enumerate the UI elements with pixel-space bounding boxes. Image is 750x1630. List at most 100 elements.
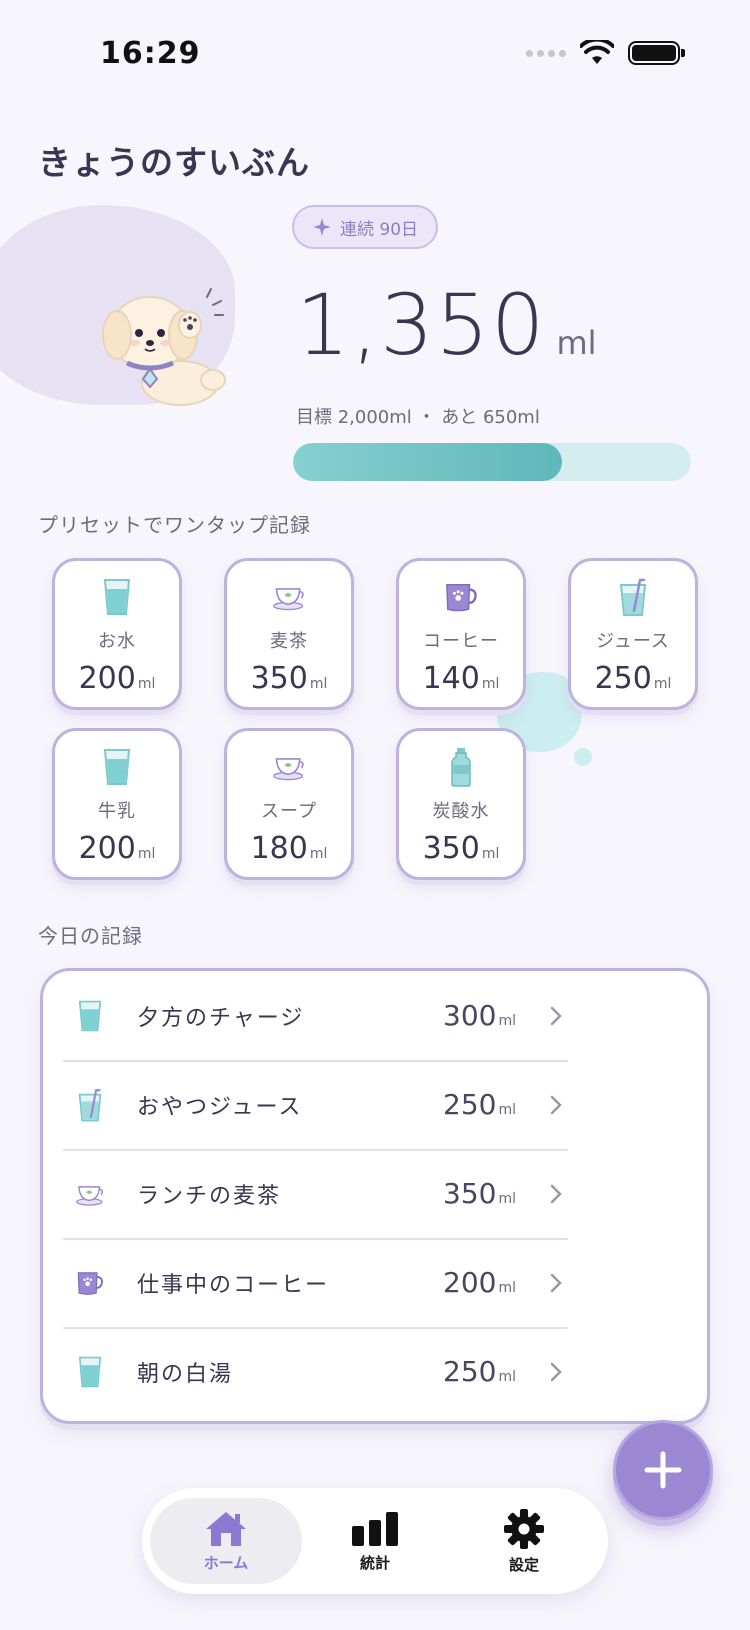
preset-amount-value: 200 bbox=[78, 831, 136, 866]
preset-milk[interactable]: 牛乳 200 ml bbox=[52, 728, 182, 880]
chevron-right-icon bbox=[544, 1271, 568, 1295]
water-glass-icon bbox=[100, 747, 134, 787]
log-item-amount-value: 250 bbox=[443, 1355, 497, 1388]
preset-amount-unit: ml bbox=[481, 846, 500, 862]
preset-amount-value: 140 bbox=[422, 661, 480, 696]
total-intake-unit: ml bbox=[556, 324, 597, 362]
preset-amount-unit: ml bbox=[137, 676, 156, 692]
preset-amount-unit: ml bbox=[653, 676, 672, 692]
log-item[interactable]: 朝の白湯 250 ml bbox=[63, 1327, 568, 1416]
streak-label: 連続 90日 bbox=[340, 219, 419, 240]
coffee-mug-icon bbox=[73, 1263, 107, 1303]
log-item[interactable]: おやつジュース 250 ml bbox=[63, 1060, 568, 1149]
sparkle-icon bbox=[313, 218, 331, 236]
log-item-amount: 350 ml bbox=[443, 1177, 516, 1210]
preset-amount-value: 350 bbox=[250, 661, 308, 696]
today-log-list: 夕方のチャージ 300 ml おやつジュース 250 ml ランチの麦茶 350 ml… bbox=[40, 968, 710, 1424]
presets-section-label: プリセットでワンタップ記録 bbox=[38, 513, 311, 537]
tab-stats[interactable]: 統計 bbox=[299, 1498, 451, 1584]
tab-settings[interactable]: 設定 bbox=[448, 1498, 600, 1584]
preset-amount-value: 250 bbox=[594, 661, 652, 696]
preset-water[interactable]: お水 200 ml bbox=[52, 558, 182, 710]
status-bar: 16:29 bbox=[0, 0, 750, 110]
preset-label: お水 bbox=[98, 631, 136, 652]
preset-sparkling-water[interactable]: 炭酸水 350 ml bbox=[396, 728, 526, 880]
tab-bar: ホーム 統計 設定 bbox=[142, 1488, 608, 1594]
preset-label: コーヒー bbox=[423, 631, 499, 652]
log-item-amount: 250 ml bbox=[443, 1088, 516, 1121]
preset-soup[interactable]: スープ 180 ml bbox=[224, 728, 354, 880]
log-item-name: ランチの麦茶 bbox=[137, 1183, 282, 1209]
log-item-name: おやつジュース bbox=[137, 1094, 303, 1120]
preset-amount: 350 ml bbox=[251, 661, 328, 696]
juice-glass-icon bbox=[616, 577, 650, 617]
juice-glass-icon bbox=[73, 1085, 107, 1125]
preset-amount: 200 ml bbox=[79, 831, 156, 866]
preset-coffee[interactable]: コーヒー 140 ml bbox=[396, 558, 526, 710]
preset-juice[interactable]: ジュース 250 ml bbox=[568, 558, 698, 710]
total-intake-value: 1,350 bbox=[296, 276, 547, 374]
plus-icon bbox=[644, 1451, 682, 1489]
tab-label: ホーム bbox=[203, 1553, 249, 1572]
log-item-amount-unit: ml bbox=[498, 1369, 516, 1385]
water-glass-icon bbox=[73, 996, 107, 1036]
tea-cup-icon bbox=[272, 747, 306, 787]
tab-label: 設定 bbox=[508, 1555, 539, 1574]
preset-amount-unit: ml bbox=[137, 846, 156, 862]
preset-label: ジュース bbox=[596, 631, 670, 652]
preset-amount: 350 ml bbox=[423, 831, 500, 866]
status-time: 16:29 bbox=[100, 36, 201, 71]
home-icon bbox=[206, 1511, 246, 1546]
preset-amount-unit: ml bbox=[309, 676, 328, 692]
log-item-amount-unit: ml bbox=[498, 1013, 516, 1029]
cellular-signal-icon bbox=[526, 49, 566, 57]
progress-bar-fill bbox=[293, 443, 562, 481]
preset-label: スープ bbox=[261, 801, 317, 822]
log-item-name: 仕事中のコーヒー bbox=[137, 1272, 330, 1298]
goal-remaining-text: 目標 2,000ml ・ あと 650ml bbox=[296, 407, 540, 428]
bar-chart-icon bbox=[352, 1511, 398, 1546]
decorative-water-dot bbox=[574, 748, 592, 766]
log-item-name: 朝の白湯 bbox=[137, 1361, 234, 1387]
chevron-right-icon bbox=[544, 1182, 568, 1206]
streak-badge: 連続 90日 bbox=[292, 205, 439, 249]
preset-amount: 140 ml bbox=[423, 661, 500, 696]
log-item[interactable]: ランチの麦茶 350 ml bbox=[63, 1149, 568, 1238]
log-item-amount-unit: ml bbox=[498, 1191, 516, 1207]
log-item-name: 夕方のチャージ bbox=[137, 1005, 305, 1031]
preset-label: 麦茶 bbox=[270, 631, 308, 652]
log-item-amount-value: 200 bbox=[443, 1266, 497, 1299]
log-section-label: 今日の記録 bbox=[38, 924, 143, 948]
preset-amount-value: 350 bbox=[422, 831, 480, 866]
chevron-right-icon bbox=[544, 1004, 568, 1028]
chevron-right-icon bbox=[544, 1093, 568, 1117]
chevron-right-icon bbox=[544, 1360, 568, 1384]
log-item[interactable]: 夕方のチャージ 300 ml bbox=[63, 971, 568, 1060]
preset-amount: 200 ml bbox=[79, 661, 156, 696]
wifi-icon bbox=[580, 40, 614, 64]
preset-label: 炭酸水 bbox=[432, 801, 490, 822]
water-glass-icon bbox=[73, 1352, 107, 1392]
log-item-amount: 300 ml bbox=[443, 999, 516, 1032]
preset-amount: 180 ml bbox=[251, 831, 328, 866]
bottle-icon bbox=[444, 747, 478, 787]
preset-amount-unit: ml bbox=[481, 676, 500, 692]
preset-barley-tea[interactable]: 麦茶 350 ml bbox=[224, 558, 354, 710]
battery-icon bbox=[628, 41, 685, 65]
log-item[interactable]: 仕事中のコーヒー 200 ml bbox=[63, 1238, 568, 1327]
add-record-button[interactable] bbox=[613, 1420, 713, 1520]
log-item-amount-value: 350 bbox=[443, 1177, 497, 1210]
page-title: きょうのすいぶん bbox=[38, 143, 310, 182]
log-item-amount-unit: ml bbox=[498, 1280, 516, 1296]
tea-cup-icon bbox=[73, 1174, 107, 1214]
tab-home[interactable]: ホーム bbox=[150, 1498, 302, 1584]
preset-label: 牛乳 bbox=[98, 801, 136, 822]
gear-icon bbox=[504, 1508, 544, 1549]
tab-label: 統計 bbox=[359, 1553, 390, 1572]
log-item-amount-value: 300 bbox=[443, 999, 497, 1032]
puppy-mascot-icon bbox=[102, 288, 226, 406]
water-glass-icon bbox=[100, 577, 134, 617]
status-icons bbox=[526, 40, 685, 66]
progress-bar bbox=[293, 443, 691, 481]
total-intake: 1,350 ml bbox=[296, 283, 597, 367]
